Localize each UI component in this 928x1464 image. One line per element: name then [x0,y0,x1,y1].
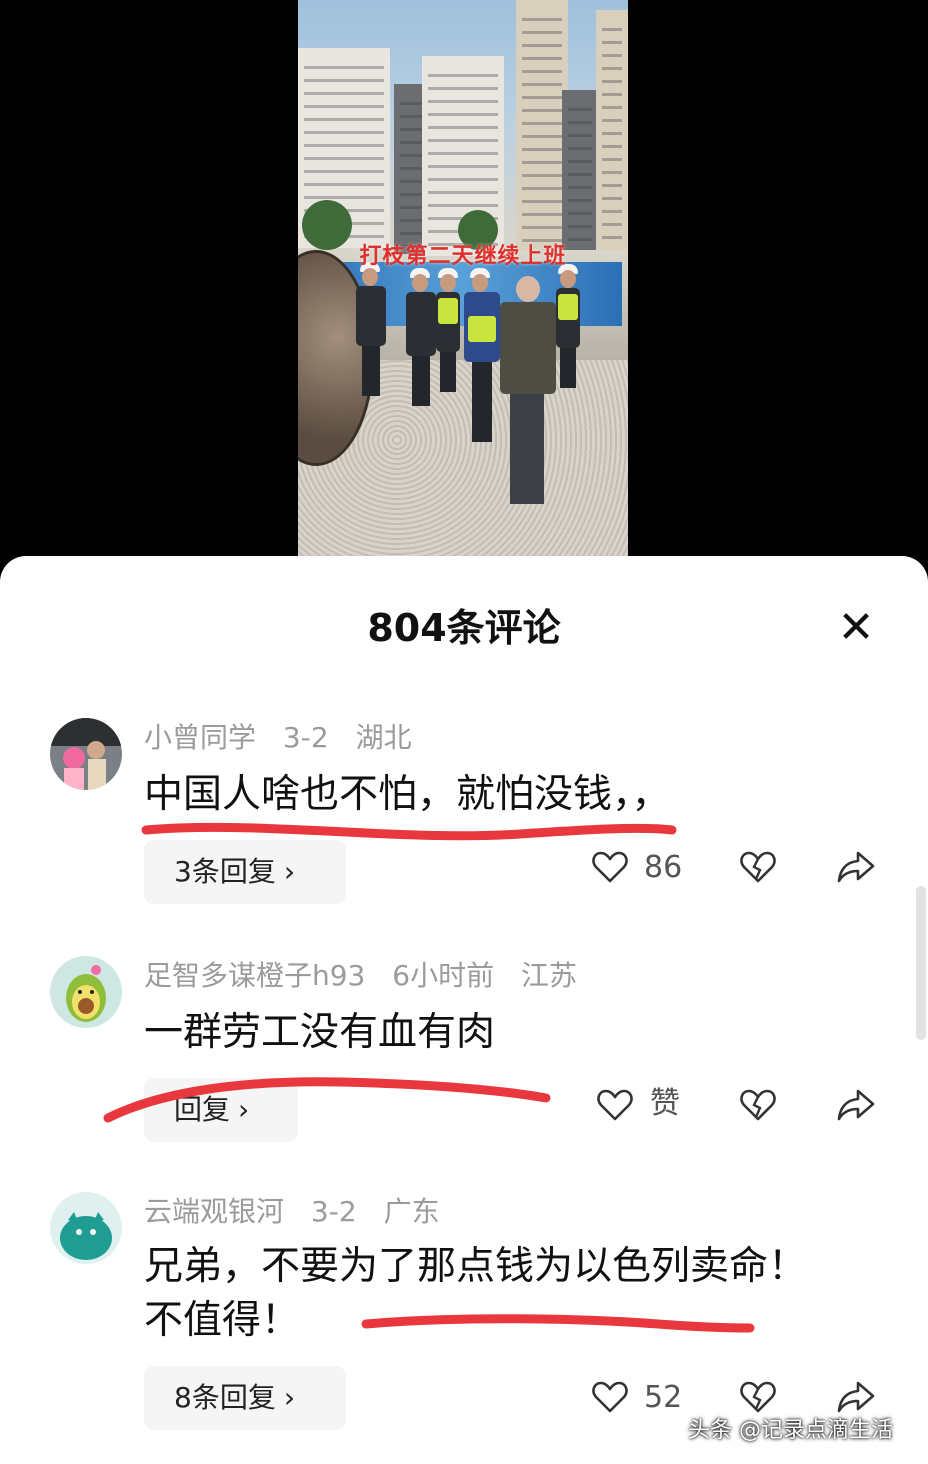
avatar[interactable] [50,956,122,1028]
avatar[interactable] [50,1192,122,1264]
dislike-button[interactable] [740,850,776,884]
comment-date: 3-2 [310,1195,357,1228]
comment-date: 3-2 [282,721,329,754]
chevron-right-icon: › [238,1093,250,1126]
like-button[interactable] [597,1088,633,1122]
broken-heart-icon [740,1089,776,1121]
view-replies-button[interactable]: 3条回复 › [144,840,346,904]
broken-heart-icon [740,1381,776,1413]
comment-count-title: 804条评论 [367,606,561,650]
like-button[interactable] [592,850,628,884]
comment-location: 广东 [383,1195,440,1228]
video-player[interactable]: 打枝第二天继续上班 [0,0,928,560]
comment-meta: 小曾同学 3-2 湖北 [144,718,430,758]
reply-label: 回复 [174,1093,231,1126]
building [562,90,598,250]
comment-username[interactable]: 云端观银河 [144,1195,284,1228]
like-count: 86 [644,850,683,885]
comment-location: 湖北 [355,721,412,754]
like-button[interactable] [592,1380,628,1414]
reply-label: 8条回复 [174,1381,276,1414]
comment-date: 6小时前 [392,959,495,992]
share-button[interactable] [836,1380,876,1414]
video-frame[interactable]: 打枝第二天继续上班 [298,0,628,556]
comment-meta: 云端观银河 3-2 广东 [144,1192,458,1232]
like-count: 52 [644,1380,683,1415]
share-button[interactable] [836,1088,876,1122]
reply-button[interactable]: 回复 › [144,1078,298,1142]
chevron-right-icon: › [283,1381,296,1414]
share-icon [837,1089,875,1121]
video-caption: 打枝第二天继续上班 [359,244,567,269]
view-replies-button[interactable]: 8条回复 › [144,1366,346,1430]
dislike-button[interactable] [740,1088,776,1122]
close-icon[interactable]: ✕ [826,606,886,650]
share-icon [837,851,875,883]
comment-location: 江苏 [521,959,578,992]
building [596,10,628,250]
dislike-button[interactable] [740,1380,776,1414]
comment-text: 兄弟，不要为了那点钱为以色列卖命！不值得！ [144,1244,808,1343]
comment-username[interactable]: 小曾同学 [144,721,256,754]
scrollbar[interactable] [916,886,926,1040]
like-count: 赞 [650,1086,680,1121]
comment-username[interactable]: 足智多谋橙子h93 [144,959,365,992]
heart-icon [597,1089,633,1121]
avatar[interactable] [50,718,122,790]
broken-heart-icon [740,851,776,883]
building [516,0,568,250]
comment-sheet: 804条评论 ✕ 小曾同学 3-2 湖北 中国人啥也不怕，就怕没钱，， 3条回复… [0,556,928,1464]
heart-icon [592,851,628,883]
chevron-right-icon: › [283,855,296,888]
watermark: 头条 @记录点滴生活 [688,1418,893,1443]
comment-meta: 足智多谋橙子h93 6小时前 江苏 [144,956,595,996]
comment-text: 一群劳工没有血有肉 [144,1010,496,1055]
heart-icon [592,1381,628,1413]
reply-label: 3条回复 [174,855,276,888]
share-icon [837,1381,875,1413]
comment-text: 中国人啥也不怕，就怕没钱，， [144,772,671,817]
share-button[interactable] [836,850,876,884]
